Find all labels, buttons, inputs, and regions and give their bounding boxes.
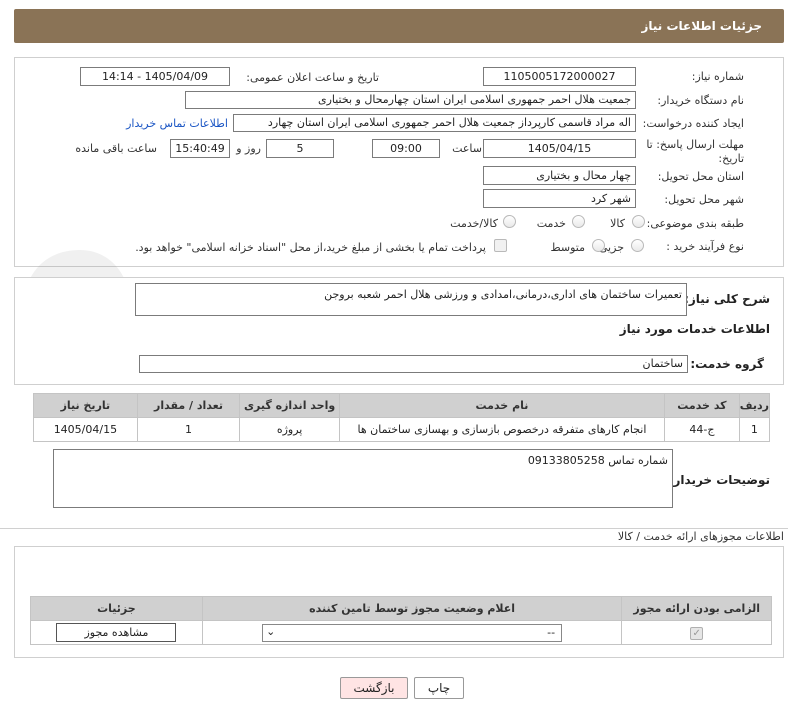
services-table: ردیف کد خدمت نام خدمت واحد اندازه گیری ت…	[33, 393, 771, 442]
process-type-label: نوع فرآیند خرید :	[666, 240, 744, 253]
services-table-header: ردیف کد خدمت نام خدمت واحد اندازه گیری ت…	[33, 393, 771, 418]
delivery-city-label: شهر محل تحویل:	[664, 193, 744, 206]
process-medium-radio[interactable]	[592, 239, 605, 252]
cell-service-name: انجام کارهای متفرقه درخصوص بازسازی و بهس…	[338, 417, 666, 442]
print-button[interactable]: چاپ	[414, 677, 464, 699]
cell-permit-status: -- ⌄	[201, 620, 623, 645]
view-permit-button[interactable]: مشاهده مجوز	[56, 623, 177, 642]
need-info-panel	[14, 57, 784, 267]
category-label: طبقه بندی موضوعی:	[646, 217, 744, 230]
permits-table-header: الزامی بودن ارائه مجوز اعلام وضعیت مجوز …	[30, 596, 772, 621]
service-group-label: گروه خدمت:	[690, 357, 764, 371]
buyer-notes-textarea[interactable]: شماره تماس 09133805258	[53, 449, 673, 508]
table-row: 1 ج-44 انجام کارهای متفرقه درخصوص بازساز…	[33, 417, 771, 442]
col-permit-required: الزامی بودن ارائه مجوز	[621, 596, 772, 621]
deadline-label-line1: مهلت ارسال پاسخ: تا	[646, 138, 744, 151]
remaining-days-field: 5	[266, 139, 334, 158]
process-medium-label: متوسط	[550, 241, 585, 254]
cell-unit: پروژه	[239, 417, 340, 442]
permit-status-select[interactable]: -- ⌄	[262, 623, 563, 642]
request-creator-field: اله مراد قاسمی کارپرداز جمعیت هلال احمر …	[233, 114, 636, 132]
remaining-time-field: 15:40:49	[170, 139, 230, 158]
days-label: روز و	[236, 142, 261, 155]
announce-datetime-field: 1405/04/09 - 14:14	[80, 67, 230, 86]
need-number-label: شماره نیاز:	[691, 70, 744, 83]
treasury-payment-note: پرداخت تمام یا بخشی از مبلغ خرید،از محل …	[135, 241, 486, 254]
permits-table: الزامی بودن ارائه مجوز اعلام وضعیت مجوز …	[30, 596, 772, 645]
remaining-time-label: ساعت باقی مانده	[75, 142, 157, 155]
back-button[interactable]: بازگشت	[340, 677, 408, 699]
cell-need-date: 1405/04/15	[33, 417, 138, 442]
cell-row: 1	[738, 417, 771, 442]
buyer-notes-label: توضیحات خریدار:	[668, 473, 770, 487]
announce-datetime-label: تاریخ و ساعت اعلان عمومی:	[246, 71, 379, 84]
request-creator-label: ایجاد کننده درخواست:	[642, 117, 744, 130]
category-goods-label: کالا	[610, 217, 625, 230]
services-section-title: اطلاعات خدمات مورد نیاز	[619, 322, 770, 336]
treasury-payment-checkbox[interactable]	[494, 239, 507, 252]
page-title: جزئیات اطلاعات نیاز	[641, 19, 762, 33]
col-quantity: تعداد / مقدار	[136, 393, 241, 418]
cell-permit-details: مشاهده مجوز	[30, 620, 203, 645]
section-divider	[0, 528, 788, 529]
cell-quantity: 1	[136, 417, 241, 442]
category-goods-radio[interactable]	[632, 215, 645, 228]
category-goods-service-radio[interactable]	[503, 215, 516, 228]
delivery-province-field: چهار محال و بختیاری	[483, 166, 636, 185]
summary-textarea[interactable]: تعمیرات ساختمان های اداری،درمانی،امدادی …	[135, 283, 687, 316]
cell-service-code: ج-44	[664, 417, 740, 442]
table-row: ✓ -- ⌄ مشاهده مجوز	[30, 620, 772, 645]
process-minor-radio[interactable]	[631, 239, 644, 252]
cell-permit-required: ✓	[621, 620, 772, 645]
need-number-field: 1105005172000027	[483, 67, 636, 86]
summary-label: شرح کلی نیاز:	[684, 292, 770, 306]
service-group-field: ساختمان	[139, 355, 688, 373]
permit-required-checkbox: ✓	[690, 626, 704, 640]
col-row: ردیف	[738, 393, 771, 418]
deadline-date-field: 1405/04/15	[483, 139, 636, 158]
col-service-name: نام خدمت	[338, 393, 666, 418]
col-service-code: کد خدمت	[664, 393, 740, 418]
category-goods-service-label: کالا/خدمت	[450, 217, 498, 230]
permit-status-value: --	[547, 625, 556, 639]
delivery-city-field: شهر کرد	[483, 189, 636, 208]
delivery-province-label: استان محل تحویل:	[657, 170, 744, 183]
deadline-label-line2: تاریخ:	[718, 152, 744, 165]
col-unit: واحد اندازه گیری	[239, 393, 340, 418]
buyer-org-field: جمعیت هلال احمر جمهوری اسلامی ایران استا…	[185, 91, 636, 109]
deadline-time-field: 09:00	[372, 139, 440, 158]
buyer-contact-link[interactable]: اطلاعات تماس خریدار	[126, 117, 228, 130]
col-need-date: تاریخ نیاز	[33, 393, 138, 418]
col-permit-status: اعلام وضعیت مجوز توسط تامین کننده	[201, 596, 623, 621]
deadline-time-label: ساعت	[452, 142, 482, 155]
category-service-label: خدمت	[536, 217, 566, 230]
page-header: جزئیات اطلاعات نیاز	[14, 9, 784, 43]
chevron-down-icon: ⌄	[266, 624, 276, 638]
permits-section-title: اطلاعات مجوزهای ارائه خدمت / کالا	[617, 530, 784, 543]
buyer-org-label: نام دستگاه خریدار:	[657, 94, 744, 107]
category-service-radio[interactable]	[572, 215, 585, 228]
col-permit-details: جزئیات	[30, 596, 203, 621]
